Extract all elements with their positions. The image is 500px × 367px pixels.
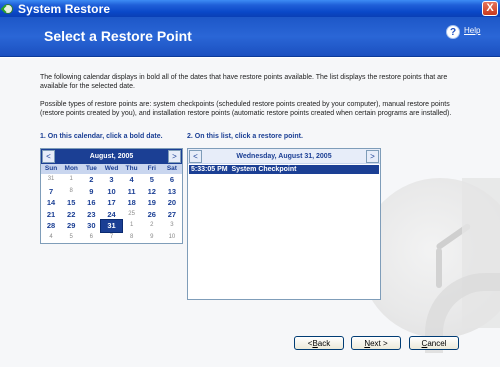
calendar-day[interactable]: 22 — [61, 209, 81, 221]
help-link[interactable]: Help — [464, 26, 480, 35]
page-title: Select a Restore Point — [44, 28, 192, 44]
system-restore-icon — [0, 3, 14, 15]
calendar-day-of-week: Wed — [101, 164, 122, 174]
back-button[interactable]: < Back — [294, 336, 344, 350]
calendar-day[interactable]: 31 — [41, 174, 61, 186]
calendar-day-of-week: Sun — [41, 164, 62, 174]
calendar-day-of-week: Thu — [121, 164, 142, 174]
calendar-day[interactable]: 10 — [101, 186, 121, 198]
cancel-button-label: ancel — [427, 338, 447, 348]
selected-date-label: Wednesday, August 31, 2005 — [236, 152, 332, 160]
calendar-day[interactable]: 11 — [122, 186, 142, 198]
calendar-day-of-week: Tue — [81, 164, 102, 174]
title-bar: System Restore X — [0, 0, 500, 17]
calendar-grid: Sun Mon Tue Wed Thu Fri Sat 31 1 2 3 4 5 6 7 8 9 10 11 12 13… — [41, 164, 182, 244]
calendar-day[interactable]: 5 — [61, 232, 81, 244]
restore-list-next-button[interactable]: > — [366, 149, 379, 163]
calendar-day[interactable]: 23 — [81, 209, 101, 221]
window-title: System Restore — [18, 1, 111, 16]
calendar-day[interactable]: 4 — [122, 174, 142, 186]
calendar-day[interactable]: 6 — [162, 174, 182, 186]
calendar-day-of-week: Fri — [141, 164, 162, 174]
calendar-day-of-week: Mon — [61, 164, 82, 174]
background-clock-hand — [436, 248, 442, 288]
calendar-month-label: August, 2005 — [89, 153, 134, 160]
calendar-day[interactable]: 2 — [142, 220, 162, 232]
calendar-day[interactable]: 21 — [41, 209, 61, 221]
calendar-day[interactable]: 8 — [122, 232, 142, 244]
calendar-day[interactable]: 8 — [61, 186, 81, 198]
calendar-day[interactable]: 7 — [41, 186, 61, 198]
cancel-button[interactable]: Cancel — [409, 336, 459, 350]
calendar-day[interactable]: 7 — [101, 232, 121, 244]
calendar-day[interactable]: 18 — [122, 197, 142, 209]
calendar-day[interactable]: 13 — [162, 186, 182, 198]
calendar-day[interactable]: 9 — [142, 232, 162, 244]
calendar-day[interactable]: 30 — [81, 220, 101, 232]
restore-point-time: 5:33:05 PM — [191, 166, 228, 173]
calendar-day[interactable]: 25 — [122, 209, 142, 221]
calendar-day[interactable]: 12 — [142, 186, 162, 198]
calendar-next-month-button[interactable]: > — [167, 150, 181, 163]
help-icon[interactable]: ? — [446, 25, 460, 39]
calendar-day[interactable]: 3 — [101, 174, 121, 186]
header-banner: Select a Restore Point ? Help — [0, 17, 500, 57]
calendar-day[interactable]: 29 — [61, 220, 81, 232]
calendar-day[interactable]: 28 — [41, 220, 61, 232]
restore-list-header: < Wednesday, August 31, 2005 > — [188, 149, 380, 164]
restore-point-items: 5:33:05 PM System Checkpoint — [188, 165, 380, 174]
calendar-day[interactable]: 19 — [142, 197, 162, 209]
calendar-day-of-week: Sat — [161, 164, 182, 174]
calendar-instruction: 1. On this calendar, click a bold date. — [40, 133, 163, 140]
calendar-day[interactable]: 6 — [81, 232, 101, 244]
back-button-label: ack — [317, 338, 331, 348]
calendar-day[interactable]: 10 — [162, 232, 182, 244]
next-button[interactable]: Next > — [351, 336, 401, 350]
calendar-day[interactable]: 27 — [162, 209, 182, 221]
restore-point-item[interactable]: 5:33:05 PM System Checkpoint — [189, 165, 379, 174]
calendar-day[interactable]: 9 — [81, 186, 101, 198]
calendar-day[interactable]: 24 — [101, 209, 121, 221]
calendar-day[interactable]: 1 — [122, 220, 142, 232]
list-instruction: 2. On this list, click a restore point. — [187, 133, 303, 140]
calendar-day[interactable]: 4 — [41, 232, 61, 244]
calendar-prev-month-button[interactable]: < — [42, 150, 55, 163]
calendar-day[interactable]: 2 — [81, 174, 101, 186]
calendar-header: < August, 2005 > — [41, 149, 182, 164]
restore-point-description: System Checkpoint — [231, 166, 297, 173]
next-button-label: ext > — [370, 338, 388, 348]
close-button[interactable]: X — [482, 1, 498, 16]
restore-list-prev-button[interactable]: < — [189, 149, 202, 163]
restore-calendar: < August, 2005 > Sun Mon Tue Wed Thu Fri Sat 31… — [40, 148, 183, 244]
calendar-day[interactable]: 16 — [81, 197, 101, 209]
calendar-day[interactable]: 1 — [61, 174, 81, 186]
calendar-day[interactable]: 5 — [142, 174, 162, 186]
calendar-day[interactable]: 17 — [101, 197, 121, 209]
calendar-day[interactable]: 15 — [61, 197, 81, 209]
description-paragraph: The following calendar displays in bold … — [40, 74, 448, 90]
calendar-day[interactable]: 26 — [142, 209, 162, 221]
calendar-day[interactable]: 14 — [41, 197, 61, 209]
description-paragraph: Possible types of restore points are: sy… — [40, 101, 452, 117]
calendar-day-selected[interactable]: 31 — [100, 219, 123, 233]
content-area: The following calendar displays in bold … — [0, 58, 500, 367]
calendar-day[interactable]: 3 — [162, 220, 182, 232]
close-icon: X — [486, 2, 494, 14]
calendar-day[interactable]: 20 — [162, 197, 182, 209]
restore-point-list: < Wednesday, August 31, 2005 > 5:33:05 P… — [187, 148, 381, 300]
